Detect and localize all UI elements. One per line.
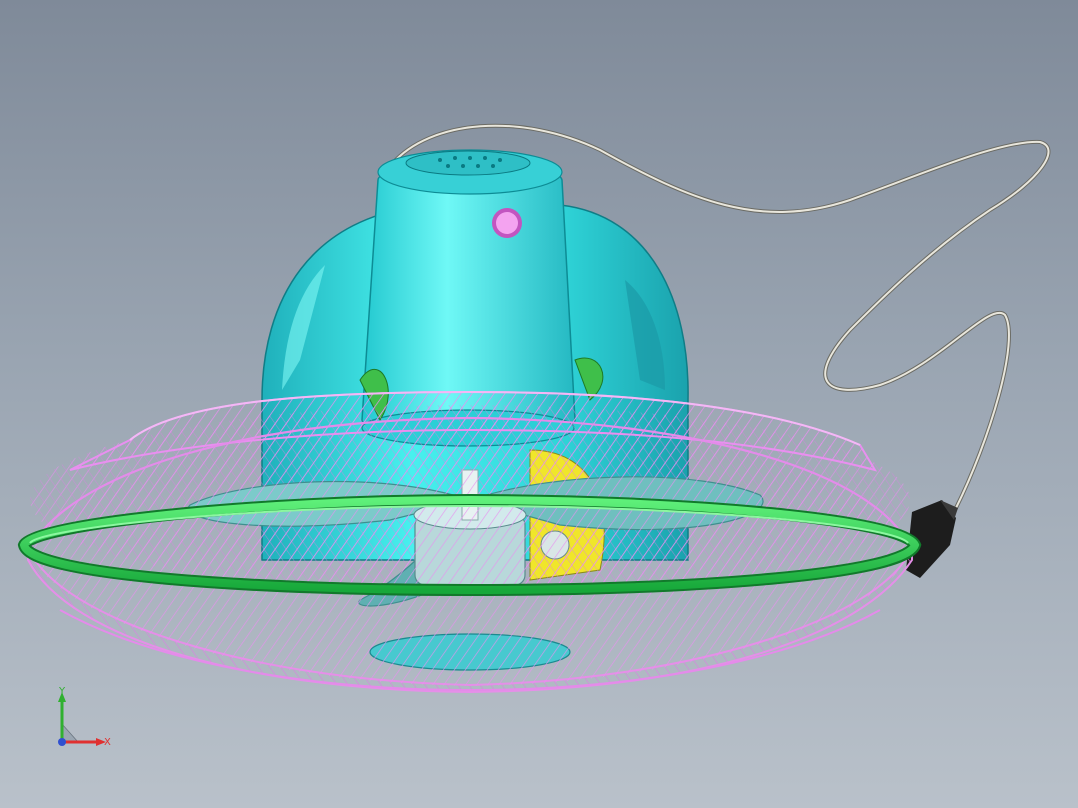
x-axis-label: X <box>104 737 111 748</box>
z-axis-icon <box>58 738 66 746</box>
coordinate-triad: Y X <box>58 686 111 748</box>
y-axis-label: Y <box>58 686 66 697</box>
oscillation-knob <box>492 208 522 238</box>
fan-model[interactable] <box>0 0 1078 808</box>
graphics-viewport[interactable]: Y X <box>0 0 1078 808</box>
